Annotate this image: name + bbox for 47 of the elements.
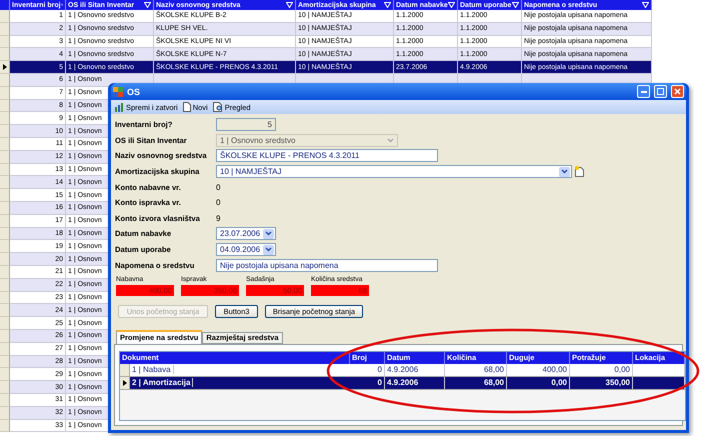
table-cell: 4.9.2006 [385, 364, 445, 376]
filter-icon[interactable] [448, 2, 455, 8]
table-cell: 1 | Nabava [130, 365, 174, 374]
number-field[interactable]: 5 [216, 118, 276, 132]
filter-icon[interactable] [286, 2, 293, 8]
table-cell: 2 | Amortizacija [130, 378, 194, 388]
table-cell: 400,00 [507, 364, 570, 376]
minimize-button[interactable] [637, 85, 650, 98]
filter-icon[interactable] [512, 2, 519, 8]
table-row[interactable]: 2 | Amortizacija 0 4.9.2006 68,00 0,00 350,00 [120, 376, 685, 390]
close-icon [674, 88, 681, 95]
row-header[interactable] [120, 376, 130, 389]
field-value: 0 [216, 182, 220, 192]
row-header[interactable] [0, 61, 10, 74]
document-preview-icon [212, 102, 223, 112]
table-cell: 68,00 [445, 364, 507, 376]
grid-corner [0, 0, 10, 10]
new-document-icon[interactable] [575, 166, 584, 178]
table-cell: 68,00 [445, 376, 507, 389]
app-icon [113, 86, 123, 96]
window-title: OS [127, 86, 142, 96]
date-picker[interactable]: 04.09.2006 [216, 243, 276, 256]
text-field[interactable]: ŠKOLSKE KLUPE - PRENOS 4.3.2011 [216, 149, 438, 162]
table-cell: 350,00 [570, 376, 633, 389]
filter-icon[interactable] [642, 2, 649, 8]
table-row[interactable]: 1 | Nabava 0 4.9.2006 68,00 400,00 0,00 [120, 364, 685, 377]
table-cell: 0,00 [507, 376, 570, 389]
minimize-icon [640, 90, 646, 92]
row-header[interactable] [120, 364, 130, 376]
table-cell: 0 [350, 376, 385, 389]
table-cell: 0 [350, 364, 385, 376]
filter-icon[interactable] [144, 2, 151, 8]
table-cell: 0,00 [570, 364, 633, 376]
maximize-icon [657, 88, 664, 95]
text-field[interactable]: Nije postojala upisana napomena [216, 258, 438, 272]
combo-box[interactable]: 10 | NAMJEŠTAJ [216, 165, 572, 178]
field-value: 0 [216, 198, 220, 208]
document-icon [182, 102, 191, 112]
close-button[interactable] [671, 85, 684, 98]
filter-icon[interactable] [384, 2, 391, 8]
date-picker[interactable]: 23.07.2006 [216, 227, 276, 240]
row-pointer-icon [122, 380, 126, 386]
row-pointer-icon [2, 64, 6, 70]
chart-icon [114, 102, 124, 112]
table-cell: 4.9.2006 [385, 376, 445, 389]
field-value: 9 [216, 214, 220, 223]
maximize-button[interactable] [654, 85, 667, 98]
